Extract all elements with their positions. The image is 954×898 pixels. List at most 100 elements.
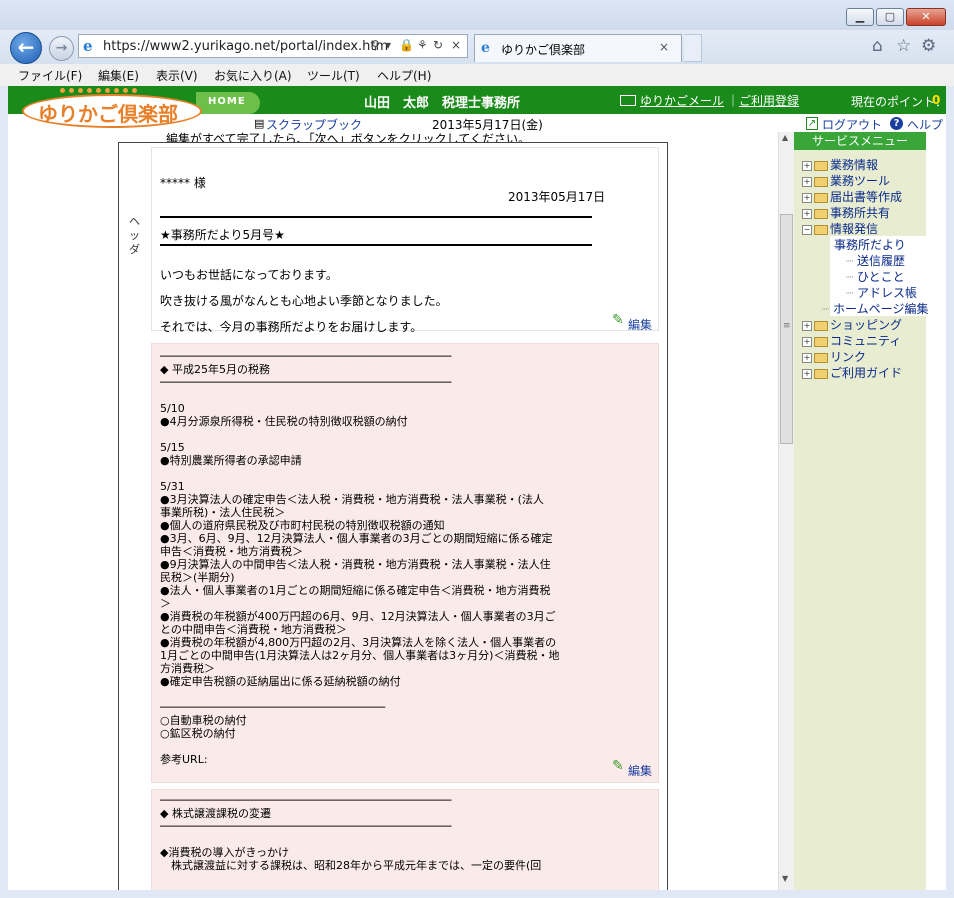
expand-icon[interactable]: + [802,368,812,379]
newsletter-line: ●個人の道府県民税及び市町村民税の特別徴収税額の通知 [160,519,445,532]
sidebar-subitem-message[interactable]: ┈ ひとこと [846,268,905,285]
compat-view-icon[interactable]: ⚘ [417,38,428,52]
newsletter-line: ────────────────────────────────────────… [160,350,452,363]
sidebar-item-label: 業務ツール [830,174,891,188]
newsletter-line: 事業所税)・法人住民税＞ [160,506,286,519]
sidebar-subitem-address-book[interactable]: ┈ アドレス帳 [846,284,917,301]
newsletter-line: ＞ [160,597,171,610]
pencil-icon[interactable]: ✎ [612,312,624,328]
stop-icon[interactable]: × [451,38,461,52]
lock-icon[interactable]: 🔒 [399,38,414,52]
forward-button[interactable]: → [49,36,74,61]
dropdown-icon[interactable]: ▾ [385,38,391,52]
refresh-icon[interactable]: ↻ [433,38,443,52]
menu-tools[interactable]: ツール(T) [307,67,360,84]
url-text[interactable]: https://www2.yurikago.net/portal/index.h… [103,39,388,54]
logo-dot [96,88,101,93]
menu-bar: ファイル(F) 編集(E) 表示(V) お気に入り(A) ツール(T) ヘルプ(… [0,64,954,87]
scrapbook-link[interactable]: スクラップブック [266,116,362,133]
expand-icon[interactable]: + [802,208,812,219]
menu-file[interactable]: ファイル(F) [18,67,82,84]
newsletter-line: ◆消費税の導入がきっかけ [160,846,290,859]
newsletter-line: ●法人・個人事業者の1月ごとの期間短縮に係る確定申告＜消費税・地方消費税 [160,584,551,597]
sidebar-subitem-newsletter[interactable]: 事務所だより [834,236,906,253]
newsletter-line: ●3月決算法人の確定申告＜法人税・消費税・地方消費税・法人事業税・(法人 [160,493,544,506]
maximize-button[interactable]: ▢ [876,8,904,26]
menu-favorites[interactable]: お気に入り(A) [214,67,292,84]
newsletter-line: ●3月、6月、9月、12月決算法人・個人事業者の3月ごとの期間短縮に係る確定 [160,532,553,545]
sidebar-item-office-share[interactable]: + 事務所共有 [802,204,890,221]
header-block: ***** 様 2013年05月17日 ★事務所だより5月号★ いつもお世話にな… [151,147,659,334]
newsletter-line: ────────────────────────────────────────… [160,376,452,389]
sidebar-subitem-homepage-edit[interactable]: ┈ ホームページ編集 [822,300,928,317]
menu-help[interactable]: ヘルプ(H) [377,67,431,84]
minimize-button[interactable]: ▁ [846,8,874,26]
expand-icon[interactable]: + [802,352,812,363]
search-icon[interactable]: ⚲ [371,38,380,52]
sidebar-item-business-info[interactable]: + 業務情報 [802,156,878,173]
expand-icon[interactable]: + [802,320,812,331]
menu-edit[interactable]: 編集(E) [98,67,139,84]
logo-dot [114,88,119,93]
sidebar-item-community[interactable]: + コミュニティ [802,332,901,349]
tab-close-icon[interactable]: × [659,40,669,54]
greeting-line1: いつもお世話になっております。 [160,268,338,282]
help-link[interactable]: ヘルプ [907,116,943,133]
sidebar-subitem-send-history[interactable]: ┈ 送信履歴 [846,252,905,269]
favorites-star-icon[interactable]: ☆ [896,36,911,56]
rule-top [160,216,592,218]
sidebar-item-shopping[interactable]: + ショッピング [802,316,902,333]
recipient: ***** 様 [160,176,206,190]
newsletter-line: ●確定申告税額の延納届出に係る延納税額の納付 [160,675,401,688]
scrapbook-icon[interactable]: ▤ [254,117,264,130]
register-link[interactable]: ご利用登録 [739,92,799,109]
sidebar-item-info-broadcast[interactable]: − 情報発信 [802,220,878,237]
office-name: 山田 太郎 税理士事務所 [364,96,521,111]
sidebar-item-label: ご利用ガイド [830,366,903,380]
scroll-up-icon[interactable]: ▲ [782,133,788,142]
mail-link[interactable]: ゆりかごメール [640,92,724,109]
new-tab-button[interactable] [684,34,702,62]
sidebar-subitem-label: ひとこと [857,270,905,284]
expand-icon[interactable]: + [802,160,812,171]
mail-icon[interactable] [620,95,636,106]
vertical-scrollbar[interactable]: ▲ ≡ ▼ [778,132,794,890]
collapse-icon[interactable]: − [802,224,812,235]
menu-view[interactable]: 表示(V) [156,67,198,84]
rule-bottom [160,244,592,246]
scroll-down-icon[interactable]: ▼ [782,874,788,883]
expand-icon[interactable]: + [802,176,812,187]
logo-dot [123,88,128,93]
tree-line: ┈ [846,270,858,284]
gear-icon[interactable]: ⚙ [921,36,936,56]
sidebar-item-forms[interactable]: + 届出書等作成 [802,188,902,205]
sidebar-subitem-label: ホームページ編集 [833,302,929,316]
help-icon[interactable]: ? [890,117,903,130]
site-logo[interactable]: HOME ゆりかご倶楽部 [16,86,260,132]
sidebar-item-business-tools[interactable]: + 業務ツール [802,172,890,189]
close-window-button[interactable]: ✕ [906,8,946,26]
content-pane: 編集がすべて完了したら、「次へ」ボタンをクリックしてください。 ヘッダ ****… [8,132,778,890]
window-frame-bottom [0,890,954,898]
pencil-icon[interactable]: ✎ [612,758,624,774]
scrollbar-thumb[interactable]: ≡ [780,214,793,444]
folder-icon [814,320,828,331]
expand-icon[interactable]: + [802,192,812,203]
logout-link[interactable]: ログアウト [822,116,882,133]
sidebar-item-guide[interactable]: + ご利用ガイド [802,364,902,381]
home-label[interactable]: HOME [208,96,246,107]
newsletter-line: ○自動車税の納付 [160,714,247,727]
expand-icon[interactable]: + [802,336,812,347]
back-button[interactable]: ← [10,32,42,64]
sidebar-item-links[interactable]: + リンク [802,348,866,365]
edit-link-header[interactable]: 編集 [628,316,652,333]
edit-link-tax[interactable]: 編集 [628,762,652,779]
logo-dot [87,88,92,93]
home-icon[interactable]: ⌂ [872,36,883,56]
logout-icon[interactable]: ↗ [806,117,818,130]
browser-tab[interactable]: e ゆりかご倶楽部 × [474,34,682,62]
address-bar[interactable]: e https://www2.yurikago.net/portal/index… [78,34,468,58]
folder-icon [814,176,828,187]
newsletter-line: ────────────────────────────────────────… [160,820,452,833]
folder-icon [814,336,828,347]
